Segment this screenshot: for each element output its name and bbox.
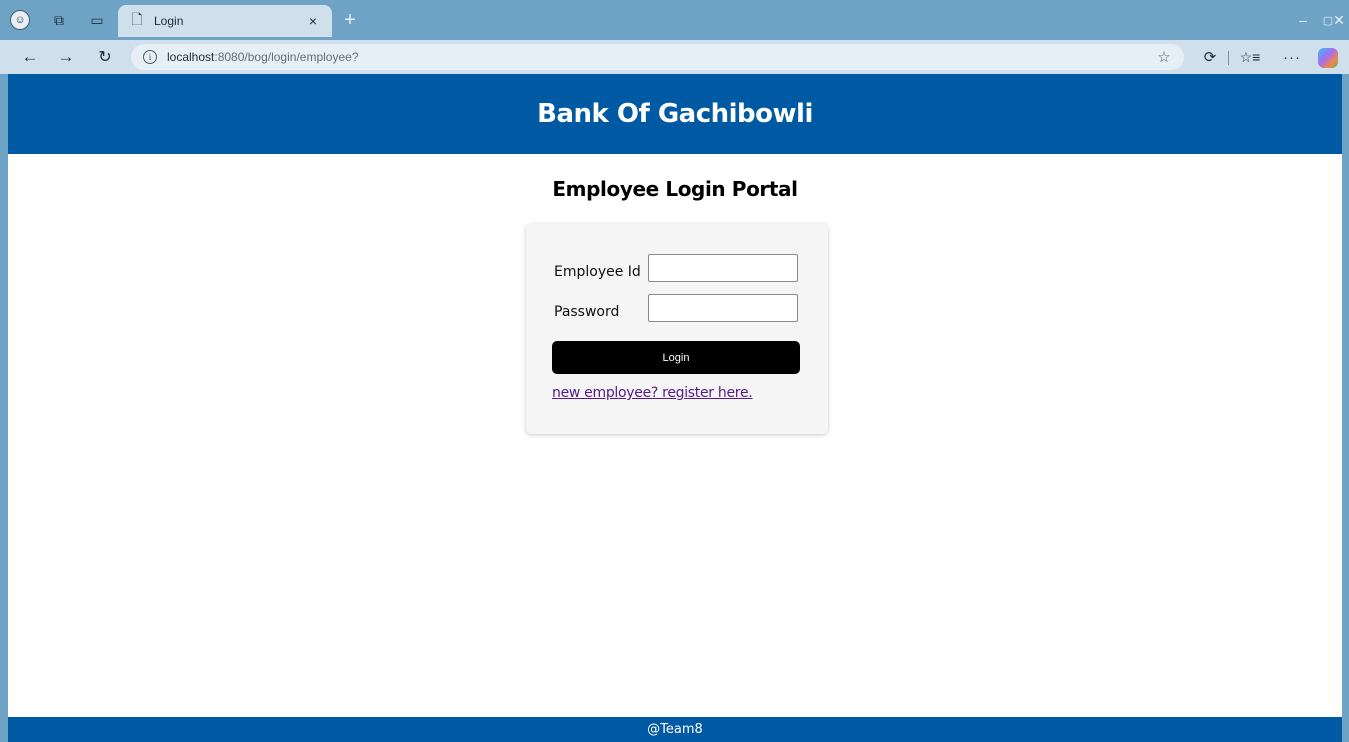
browser-toolbar: ← → ↻ i localhost:8080/bog/login/employe… <box>0 40 1349 74</box>
tab-login[interactable]: 🗋 Login × <box>118 5 332 37</box>
password-input[interactable] <box>648 294 798 322</box>
login-form: Employee Id Password Login new employee?… <box>526 224 828 434</box>
employee-id-input[interactable] <box>648 254 798 282</box>
page-viewport: Bank Of Gachibowli Employee Login Portal… <box>8 74 1342 742</box>
info-icon[interactable]: i <box>143 50 157 64</box>
employee-id-label: Employee Id <box>554 264 641 280</box>
page-icon: 🗋 <box>131 11 143 27</box>
site-header: Bank Of Gachibowli <box>8 74 1342 154</box>
forward-arrow-icon[interactable]: → <box>54 45 78 69</box>
tab-actions-icon[interactable]: ▭ <box>85 8 109 32</box>
new-tab-icon[interactable]: + <box>338 8 362 32</box>
profile-icon[interactable]: ☺ <box>10 10 30 30</box>
toolbar-divider <box>1228 51 1229 65</box>
page-title: Employee Login Portal <box>552 177 798 201</box>
url-path: :8080/bog/login/employee? <box>214 50 359 64</box>
footer-text: @Team8 <box>647 722 703 737</box>
login-button[interactable]: Login <box>552 341 800 374</box>
url-host: localhost <box>167 50 215 64</box>
tab-close-icon[interactable]: × <box>302 10 324 32</box>
site-title: Bank Of Gachibowli <box>537 99 813 129</box>
back-arrow-icon[interactable]: ← <box>18 45 42 69</box>
register-link[interactable]: new employee? register here. <box>552 385 753 401</box>
copilot-icon[interactable] <box>1318 48 1338 68</box>
url-text[interactable]: localhost:8080/bog/login/employee? <box>167 50 1152 64</box>
workspaces-icon[interactable]: ⧉ <box>47 8 71 32</box>
browser-window: ☺ ⧉ ▭ 🗋 Login × + – ▢ ✕ ← → ↻ i localhos… <box>0 0 1349 742</box>
favorites-icon[interactable]: ☆≡ <box>1238 45 1262 69</box>
tab-strip: ☺ ⧉ ▭ 🗋 Login × + – ▢ ✕ <box>0 0 1349 40</box>
star-icon[interactable]: ☆ <box>1152 45 1176 69</box>
more-icon[interactable]: ··· <box>1280 45 1304 69</box>
close-window-button[interactable]: ✕ <box>1330 8 1348 32</box>
password-label: Password <box>554 304 620 320</box>
reload-icon[interactable]: ↻ <box>93 45 117 69</box>
extensions-icon[interactable]: ⟳ <box>1198 45 1222 69</box>
site-footer: @Team8 <box>8 717 1342 742</box>
address-bar[interactable]: i localhost:8080/bog/login/employee? ☆ <box>131 44 1184 70</box>
tab-title: Login <box>154 14 184 28</box>
